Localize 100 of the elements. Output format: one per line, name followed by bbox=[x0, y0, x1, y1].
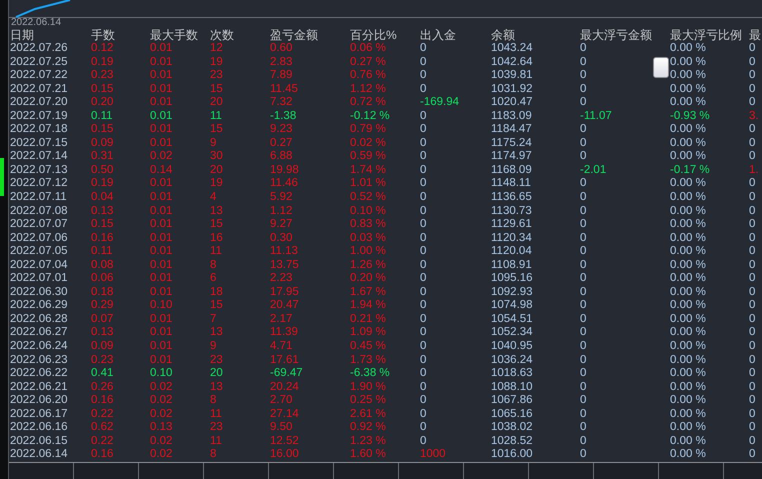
table-cell: 0.01 bbox=[150, 232, 172, 246]
table-cell: 0 bbox=[580, 299, 586, 313]
toggle-handle-icon[interactable] bbox=[653, 57, 669, 78]
table-cell: 0 bbox=[749, 42, 756, 56]
table-cell: 15 bbox=[210, 123, 223, 137]
table-cell: 4 bbox=[210, 191, 216, 205]
table-cell: 0 bbox=[580, 340, 586, 354]
table-cell: 0.01 bbox=[150, 340, 172, 354]
table-cell: 0 bbox=[580, 408, 586, 422]
table-cell: 2.70 bbox=[270, 394, 292, 408]
table-cell: 2022.06.20 bbox=[10, 394, 68, 408]
table-cell: -0.17 % bbox=[670, 164, 710, 178]
table-cell: 1018.63 bbox=[491, 367, 533, 381]
table-cell: 0.00 % bbox=[670, 82, 706, 96]
column-header[interactable]: 余额 bbox=[491, 28, 580, 42]
column-header[interactable]: 盈亏金额 bbox=[270, 28, 350, 42]
table-cell: 2022.07.15 bbox=[10, 136, 68, 150]
table-cell: 2022.07.05 bbox=[10, 245, 68, 259]
table-cell: 0.02 % bbox=[350, 136, 386, 150]
column-header[interactable]: 手数 bbox=[91, 28, 150, 42]
table-cell: 0 bbox=[580, 272, 586, 286]
table-cell: 2022.07.01 bbox=[10, 272, 68, 286]
table-cell: 0 bbox=[580, 245, 586, 259]
table-cell: 12 bbox=[210, 42, 223, 56]
table-cell: 0 bbox=[420, 354, 426, 368]
table-cell: 6 bbox=[210, 272, 216, 286]
column-header[interactable]: 最大浮亏金额 bbox=[580, 28, 670, 42]
table-cell: 0.01 bbox=[150, 204, 172, 218]
table-cell: 0 bbox=[749, 232, 756, 246]
table-cell: 0.00 % bbox=[670, 448, 706, 462]
table-cell: 2.23 bbox=[270, 272, 292, 286]
table-cell: 0.00 % bbox=[670, 434, 706, 448]
table-cell: 8 bbox=[210, 394, 216, 408]
table-cell: 9 bbox=[210, 340, 216, 354]
column-header[interactable]: 日期 bbox=[10, 28, 91, 42]
table-cell: 1148.11 bbox=[491, 177, 531, 192]
column-header[interactable]: 最大浮亏比例 bbox=[670, 28, 749, 42]
table-cell: 0 bbox=[749, 272, 756, 286]
table-cell: 0 bbox=[580, 136, 586, 150]
table-cell: 0.01 bbox=[150, 56, 172, 70]
table-cell: 2022.06.29 bbox=[10, 299, 68, 313]
column-header[interactable]: 次数 bbox=[210, 28, 270, 42]
table-cell: 0.00 % bbox=[670, 232, 706, 246]
table-cell: 0.00 % bbox=[670, 204, 706, 218]
table-cell: 0.22 bbox=[91, 434, 114, 448]
table-cell: 0.31 bbox=[91, 150, 114, 164]
table-cell: 0.14 bbox=[150, 164, 172, 178]
table-cell: 20 bbox=[210, 367, 223, 381]
table-cell: 0.01 bbox=[150, 82, 172, 96]
table-cell: 0.00 % bbox=[670, 245, 706, 259]
table-cell: 0.01 bbox=[150, 272, 172, 286]
table-cell: 0.00 % bbox=[670, 191, 706, 205]
table-cell: 0.01 bbox=[150, 258, 172, 272]
table-cell: 30 bbox=[210, 150, 223, 164]
table-cell: 0.01 bbox=[150, 110, 172, 124]
table-cell: -69.47 bbox=[270, 367, 303, 381]
table-cell: 0.52 % bbox=[350, 191, 386, 205]
table-cell: 1129.61 bbox=[491, 218, 532, 232]
table-cell: 0 bbox=[580, 258, 586, 272]
table-cell: 0.50 bbox=[91, 164, 114, 178]
table-cell: 0 bbox=[749, 191, 756, 205]
table-cell: 0 bbox=[420, 421, 426, 435]
table-cell: -6.38 % bbox=[350, 367, 390, 381]
table-cell: 1040.95 bbox=[491, 340, 533, 354]
table-cell: 6.88 bbox=[270, 150, 292, 164]
table-cell: 0 bbox=[580, 82, 586, 96]
table-cell: 2022.06.21 bbox=[10, 380, 68, 394]
table-cell: 0.21 % bbox=[350, 312, 386, 326]
table-cell: 2022.06.17 bbox=[10, 408, 68, 422]
column-header[interactable]: 最大手数 bbox=[150, 28, 210, 42]
table-cell: 0 bbox=[420, 164, 426, 178]
column-header[interactable]: 最 bbox=[749, 28, 762, 42]
table-cell: 1020.47 bbox=[491, 96, 533, 110]
table-cell: 1168.09 bbox=[491, 164, 532, 178]
table-cell: -1.38 bbox=[270, 110, 296, 124]
table-cell: 20 bbox=[210, 96, 223, 110]
table-cell: 2022.06.23 bbox=[10, 354, 68, 368]
table-cell: 0 bbox=[420, 110, 426, 124]
table-cell: 0 bbox=[749, 177, 756, 192]
table-cell: 9.27 bbox=[270, 218, 292, 232]
table-cell: 0.25 % bbox=[350, 394, 386, 408]
table-cell: 20 bbox=[210, 164, 223, 178]
table-cell: 0.09 bbox=[91, 136, 114, 150]
table-cell: 0.20 % bbox=[350, 272, 386, 286]
column-header[interactable]: 百分比% bbox=[350, 28, 420, 42]
table-cell: 11.39 bbox=[270, 326, 298, 340]
table-cell: 0 bbox=[580, 312, 586, 326]
table-cell: 19 bbox=[210, 177, 223, 192]
table-cell: 0.45 % bbox=[350, 340, 386, 354]
table-cell: 19.98 bbox=[270, 164, 299, 178]
table-cell: 0.08 bbox=[91, 258, 114, 272]
table-cell: 1.73 % bbox=[350, 354, 386, 368]
table-cell: 0 bbox=[580, 394, 586, 408]
table-cell: 0.15 bbox=[91, 123, 114, 137]
table-cell: 1136.65 bbox=[491, 191, 532, 205]
table-cell: 0 bbox=[580, 150, 586, 164]
table-cell: 0.22 bbox=[91, 408, 114, 422]
column-header[interactable]: 出入金 bbox=[420, 28, 491, 42]
table-cell: 0.00 % bbox=[670, 56, 706, 70]
table-cell: 11 bbox=[210, 408, 222, 422]
